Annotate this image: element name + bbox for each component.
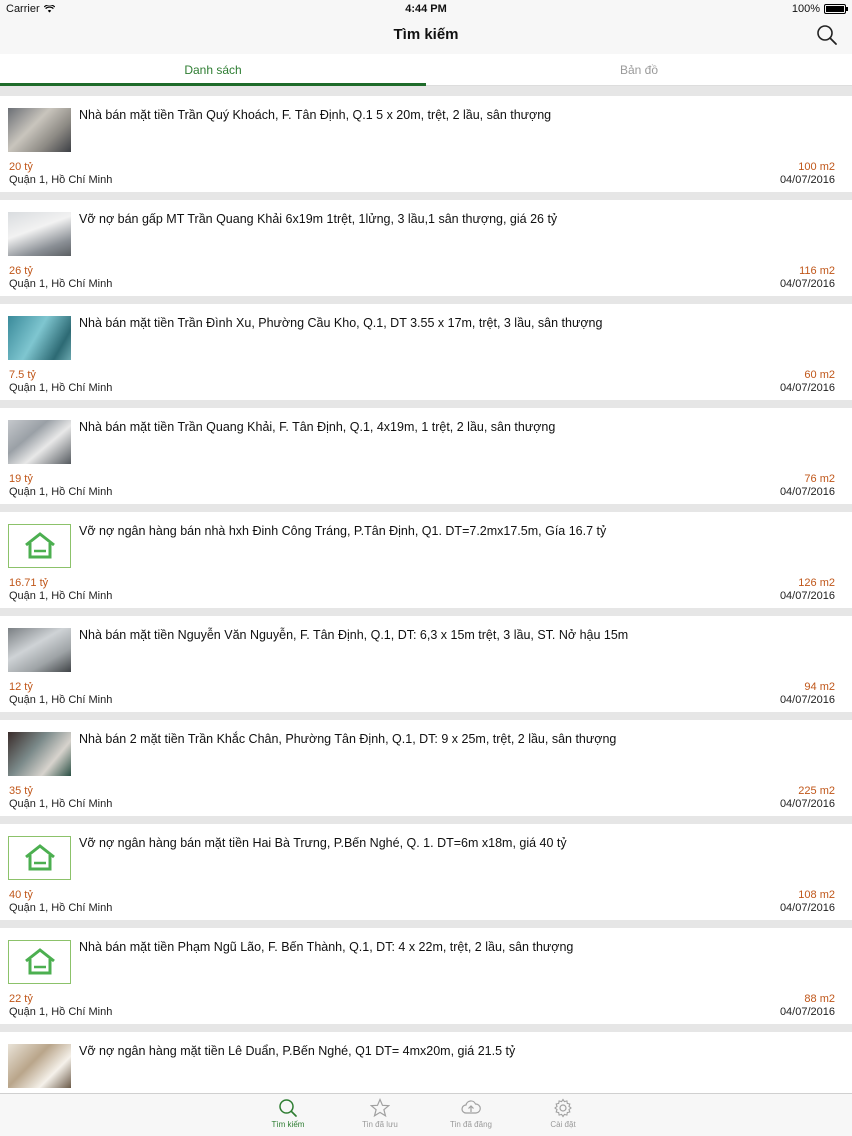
listing-title: Vỡ nợ ngân hàng bán nhà hxh Đinh Công Tr… (79, 524, 607, 538)
battery-percentage: 100% (791, 3, 820, 15)
listing-location: Quận 1, Hồ Chí Minh (9, 278, 113, 290)
house-icon (24, 948, 55, 975)
listing-area: 108 m2 (798, 889, 835, 901)
listing-date: 04/07/2016 (779, 278, 835, 290)
listing-price: 35 tỷ (9, 785, 33, 797)
listing-title: Vỡ nợ bán gấp MT Trần Quang Khải 6x19m 1… (79, 212, 558, 226)
listing-area: 94 m2 (804, 681, 835, 693)
listing-location: Quận 1, Hồ Chí Minh (9, 382, 113, 394)
listing-location: Quận 1, Hồ Chí Minh (9, 590, 113, 602)
listing-title: Vỡ nợ ngân hàng bán mặt tiền Hai Bà Trưn… (79, 836, 567, 850)
listing-price: 20 tỷ (9, 161, 33, 173)
gear-icon (554, 1098, 572, 1118)
listing-price: 22 tỷ (9, 993, 33, 1005)
status-bar: Carrier 4:44 PM 100% (0, 0, 852, 18)
tabbar-item-search[interactable]: Tìm kiếm (253, 1098, 323, 1129)
listing-item[interactable]: Nhà bán mặt tiền Nguyễn Văn Nguyễn, F. T… (0, 616, 852, 712)
tabbar-label: Tin đã đăng (450, 1120, 492, 1129)
listing-item[interactable]: Nhà bán mặt tiền Trần Quang Khải, F. Tân… (0, 408, 852, 504)
listing-price: 40 tỷ (9, 889, 33, 901)
listing-title: Nhà bán mặt tiền Phạm Ngũ Lão, F. Bến Th… (79, 940, 574, 954)
listing-area: 225 m2 (798, 785, 835, 797)
cloud-upload-icon (461, 1100, 481, 1114)
listing-thumbnail (8, 420, 71, 464)
listing-item[interactable]: Nhà bán mặt tiền Trần Quý Khoách, F. Tân… (0, 96, 852, 192)
listing-area: 60 m2 (804, 369, 835, 381)
search-icon[interactable] (816, 24, 838, 46)
house-placeholder-icon (8, 836, 71, 880)
page-title: Tìm kiếm (393, 26, 459, 43)
listing-area: 88 m2 (804, 993, 835, 1005)
listing-date: 04/07/2016 (779, 382, 835, 394)
tabbar-item-settings[interactable]: Cài đặt (528, 1098, 598, 1129)
listing-item[interactable]: Vỡ nợ ngân hàng bán nhà hxh Đinh Công Tr… (0, 512, 852, 608)
search-icon (279, 1099, 297, 1117)
listing-date: 04/07/2016 (779, 590, 835, 602)
listing-item[interactable]: Vỡ nợ ngân hàng bán mặt tiền Hai Bà Trưn… (0, 824, 852, 920)
listing-area: 100 m2 (798, 161, 835, 173)
tabbar-label: Cài đặt (550, 1120, 576, 1129)
listing-thumbnail (8, 732, 71, 776)
house-icon (24, 532, 55, 559)
listing-date: 04/07/2016 (779, 902, 835, 914)
listing-item[interactable]: Vỡ nợ bán gấp MT Trần Quang Khải 6x19m 1… (0, 200, 852, 296)
listing-item[interactable]: Nhà bán mặt tiền Phạm Ngũ Lão, F. Bến Th… (0, 928, 852, 1024)
listing-price: 26 tỷ (9, 265, 33, 277)
listing-item[interactable]: Nhà bán mặt tiền Trần Đình Xu, Phường Cầ… (0, 304, 852, 400)
listing-title: Nhà bán mặt tiền Trần Quang Khải, F. Tân… (79, 420, 556, 434)
tabbar-label: Tìm kiếm (271, 1120, 305, 1129)
listing-title: Nhà bán mặt tiền Nguyễn Văn Nguyễn, F. T… (79, 628, 629, 642)
listing-thumbnail (8, 1044, 71, 1088)
tabbar-item-saved[interactable]: Tin đã lưu (345, 1098, 415, 1129)
battery-icon (824, 4, 848, 14)
listing-date: 04/07/2016 (779, 694, 835, 706)
listing-thumbnail (8, 108, 71, 152)
listing-item[interactable]: Nhà bán 2 mặt tiền Trần Khắc Chân, Phườn… (0, 720, 852, 816)
listing-price: 7.5 tỷ (9, 369, 36, 381)
house-icon (24, 844, 55, 871)
status-time: 4:44 PM (405, 3, 447, 15)
listing-location: Quận 1, Hồ Chí Minh (9, 902, 113, 914)
star-icon (370, 1098, 390, 1118)
listing-title: Vỡ nợ ngân hàng mặt tiền Lê Duẩn, P.Bến … (79, 1044, 516, 1058)
house-placeholder-icon (8, 524, 71, 568)
listing-area: 126 m2 (798, 577, 835, 589)
listing-title: Nhà bán mặt tiền Trần Đình Xu, Phường Cầ… (79, 316, 603, 330)
tabbar-item-posted[interactable]: Tin đã đăng (436, 1098, 506, 1129)
listing-date: 04/07/2016 (779, 798, 835, 810)
listing-location: Quận 1, Hồ Chí Minh (9, 694, 113, 706)
listing-location: Quận 1, Hồ Chí Minh (9, 174, 113, 186)
listing-thumbnail (8, 628, 71, 672)
listing-thumbnail (8, 212, 71, 256)
listing-location: Quận 1, Hồ Chí Minh (9, 1006, 113, 1018)
listing-thumbnail (8, 316, 71, 360)
tab-list[interactable]: Danh sách (0, 54, 426, 86)
listing-title: Nhà bán 2 mặt tiền Trần Khắc Chân, Phườn… (79, 732, 617, 746)
listing-date: 04/07/2016 (779, 1006, 835, 1018)
tabbar-label: Tin đã lưu (362, 1120, 398, 1129)
listing-location: Quận 1, Hồ Chí Minh (9, 486, 113, 498)
listing-price: 19 tỷ (9, 473, 33, 485)
listing-title: Nhà bán mặt tiền Trần Quý Khoách, F. Tân… (79, 108, 552, 122)
battery-indicator: 100% (791, 3, 848, 15)
navigation-bar: Tìm kiếm (0, 18, 852, 55)
tab-map[interactable]: Bản đồ (426, 54, 852, 86)
view-tabs: Danh sách Bản đồ (0, 54, 852, 86)
listing-price: 16.71 tỷ (9, 577, 49, 589)
listing-list: Nhà bán mặt tiền Trần Quý Khoách, F. Tân… (0, 96, 852, 1136)
listing-date: 04/07/2016 (779, 486, 835, 498)
house-placeholder-icon (8, 940, 71, 984)
listing-area: 116 m2 (799, 265, 835, 277)
listing-area: 76 m2 (804, 473, 835, 485)
listing-location: Quận 1, Hồ Chí Minh (9, 798, 113, 810)
bottom-tab-bar: Tìm kiếm Tin đã lưu Tin đã đăng Cài đặt (0, 1093, 852, 1136)
listing-price: 12 tỷ (9, 681, 33, 693)
listing-date: 04/07/2016 (779, 174, 835, 186)
